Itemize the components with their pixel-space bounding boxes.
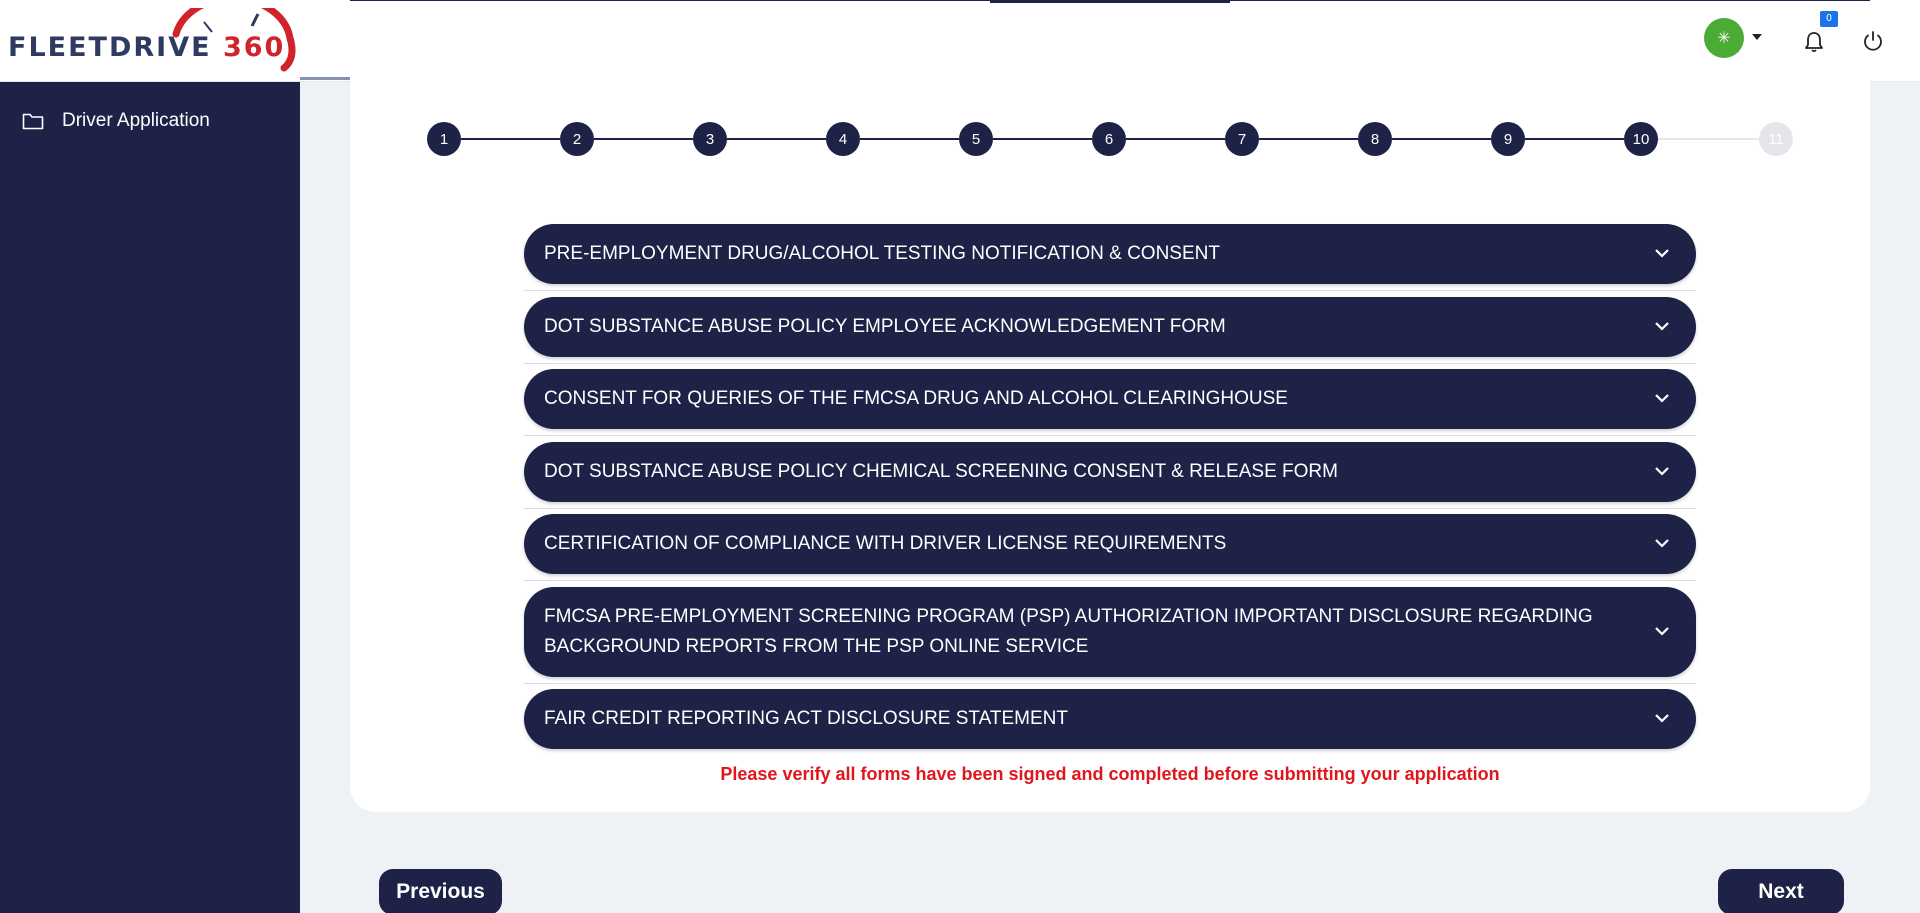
step-8[interactable]: 8 — [1358, 122, 1392, 156]
chevron-down-icon — [1655, 322, 1669, 331]
power-icon[interactable] — [1862, 30, 1884, 52]
chevron-down-icon — [1655, 249, 1669, 258]
verification-warning: Please verify all forms have been signed… — [720, 764, 1500, 784]
step-7[interactable]: 7 — [1225, 122, 1259, 156]
step-3[interactable]: 3 — [693, 122, 727, 156]
step-11[interactable]: 11 — [1759, 122, 1793, 156]
step-6[interactable]: 6 — [1092, 122, 1126, 156]
accordion-chemical-screening-consent[interactable]: DOT SUBSTANCE ABUSE POLICY CHEMICAL SCRE… — [524, 442, 1696, 502]
step-connector — [993, 138, 1092, 140]
divider — [524, 435, 1696, 436]
accordion-title: CONSENT FOR QUERIES OF THE FMCSA DRUG AN… — [544, 388, 1288, 409]
step-connector — [1658, 138, 1759, 140]
step-1[interactable]: 1 — [427, 122, 461, 156]
divider — [524, 508, 1696, 509]
chevron-down-icon[interactable] — [1752, 34, 1762, 40]
accordion-clearinghouse-consent[interactable]: CONSENT FOR QUERIES OF THE FMCSA DRUG AN… — [524, 369, 1696, 429]
chevron-down-icon — [1655, 714, 1669, 723]
step-connector — [1525, 138, 1624, 140]
step-connector — [594, 138, 693, 140]
step-5[interactable]: 5 — [959, 122, 993, 156]
divider — [524, 363, 1696, 364]
accordion-title: PRE-EMPLOYMENT DRUG/ALCOHOL TESTING NOTI… — [544, 243, 1220, 264]
header-divider-accent — [990, 0, 1230, 3]
logo-text: FLEETDRIVE — [8, 32, 212, 63]
accordion-psp-authorization[interactable]: FMCSA PRE-EMPLOYMENT SCREENING PROGRAM (… — [524, 587, 1696, 677]
divider — [524, 580, 1696, 581]
accordion-drug-alcohol-consent[interactable]: PRE-EMPLOYMENT DRUG/ALCOHOL TESTING NOTI… — [524, 224, 1696, 284]
step-9[interactable]: 9 — [1491, 122, 1525, 156]
chevron-down-icon — [1655, 394, 1669, 403]
step-connector — [1259, 138, 1358, 140]
accordion-substance-abuse-acknowledgement[interactable]: DOT SUBSTANCE ABUSE POLICY EMPLOYEE ACKN… — [524, 297, 1696, 357]
accordion-fair-credit-disclosure[interactable]: FAIR CREDIT REPORTING ACT DISCLOSURE STA… — [524, 689, 1696, 749]
previous-button[interactable]: Previous — [379, 869, 502, 913]
sidebar-item-driver-application[interactable]: Driver Application — [22, 110, 210, 132]
divider — [524, 290, 1696, 291]
bell-icon[interactable] — [1802, 30, 1826, 54]
next-button[interactable]: Next — [1718, 869, 1844, 913]
logo-wordmark: FLEETDRIVE 360 — [8, 32, 285, 63]
step-4[interactable]: 4 — [826, 122, 860, 156]
chevron-down-icon — [1655, 627, 1669, 636]
logo-number: 360 — [222, 32, 286, 63]
notification-badge: 0 — [1820, 11, 1838, 27]
step-indicator: 1 2 3 4 5 6 7 8 9 10 11 — [427, 122, 1793, 156]
step-connector — [1392, 138, 1491, 140]
accordion-title: FAIR CREDIT REPORTING ACT DISCLOSURE STA… — [544, 708, 1068, 729]
step-connector — [461, 138, 560, 140]
sidebar: Driver Application — [0, 82, 300, 913]
user-avatar[interactable]: ✳ — [1704, 18, 1744, 58]
accordion-title: FMCSA PRE-EMPLOYMENT SCREENING PROGRAM (… — [544, 606, 1593, 657]
divider — [524, 683, 1696, 684]
accordion-title: CERTIFICATION OF COMPLIANCE WITH DRIVER … — [544, 533, 1227, 554]
step-connector — [860, 138, 959, 140]
step-2[interactable]: 2 — [560, 122, 594, 156]
folder-icon — [22, 113, 44, 130]
avatar-glyph: ✳ — [1717, 30, 1731, 47]
step-connector — [1126, 138, 1225, 140]
step-10[interactable]: 10 — [1624, 122, 1658, 156]
accordion-title: DOT SUBSTANCE ABUSE POLICY CHEMICAL SCRE… — [544, 461, 1338, 482]
step-connector — [727, 138, 826, 140]
accordion-title: DOT SUBSTANCE ABUSE POLICY EMPLOYEE ACKN… — [544, 316, 1226, 337]
accordion-license-compliance[interactable]: CERTIFICATION OF COMPLIANCE WITH DRIVER … — [524, 514, 1696, 574]
chevron-down-icon — [1655, 467, 1669, 476]
chevron-down-icon — [1655, 539, 1669, 548]
fleetdrive-logo[interactable]: FLEETDRIVE 360 — [8, 8, 298, 74]
sidebar-item-label: Driver Application — [62, 110, 210, 131]
